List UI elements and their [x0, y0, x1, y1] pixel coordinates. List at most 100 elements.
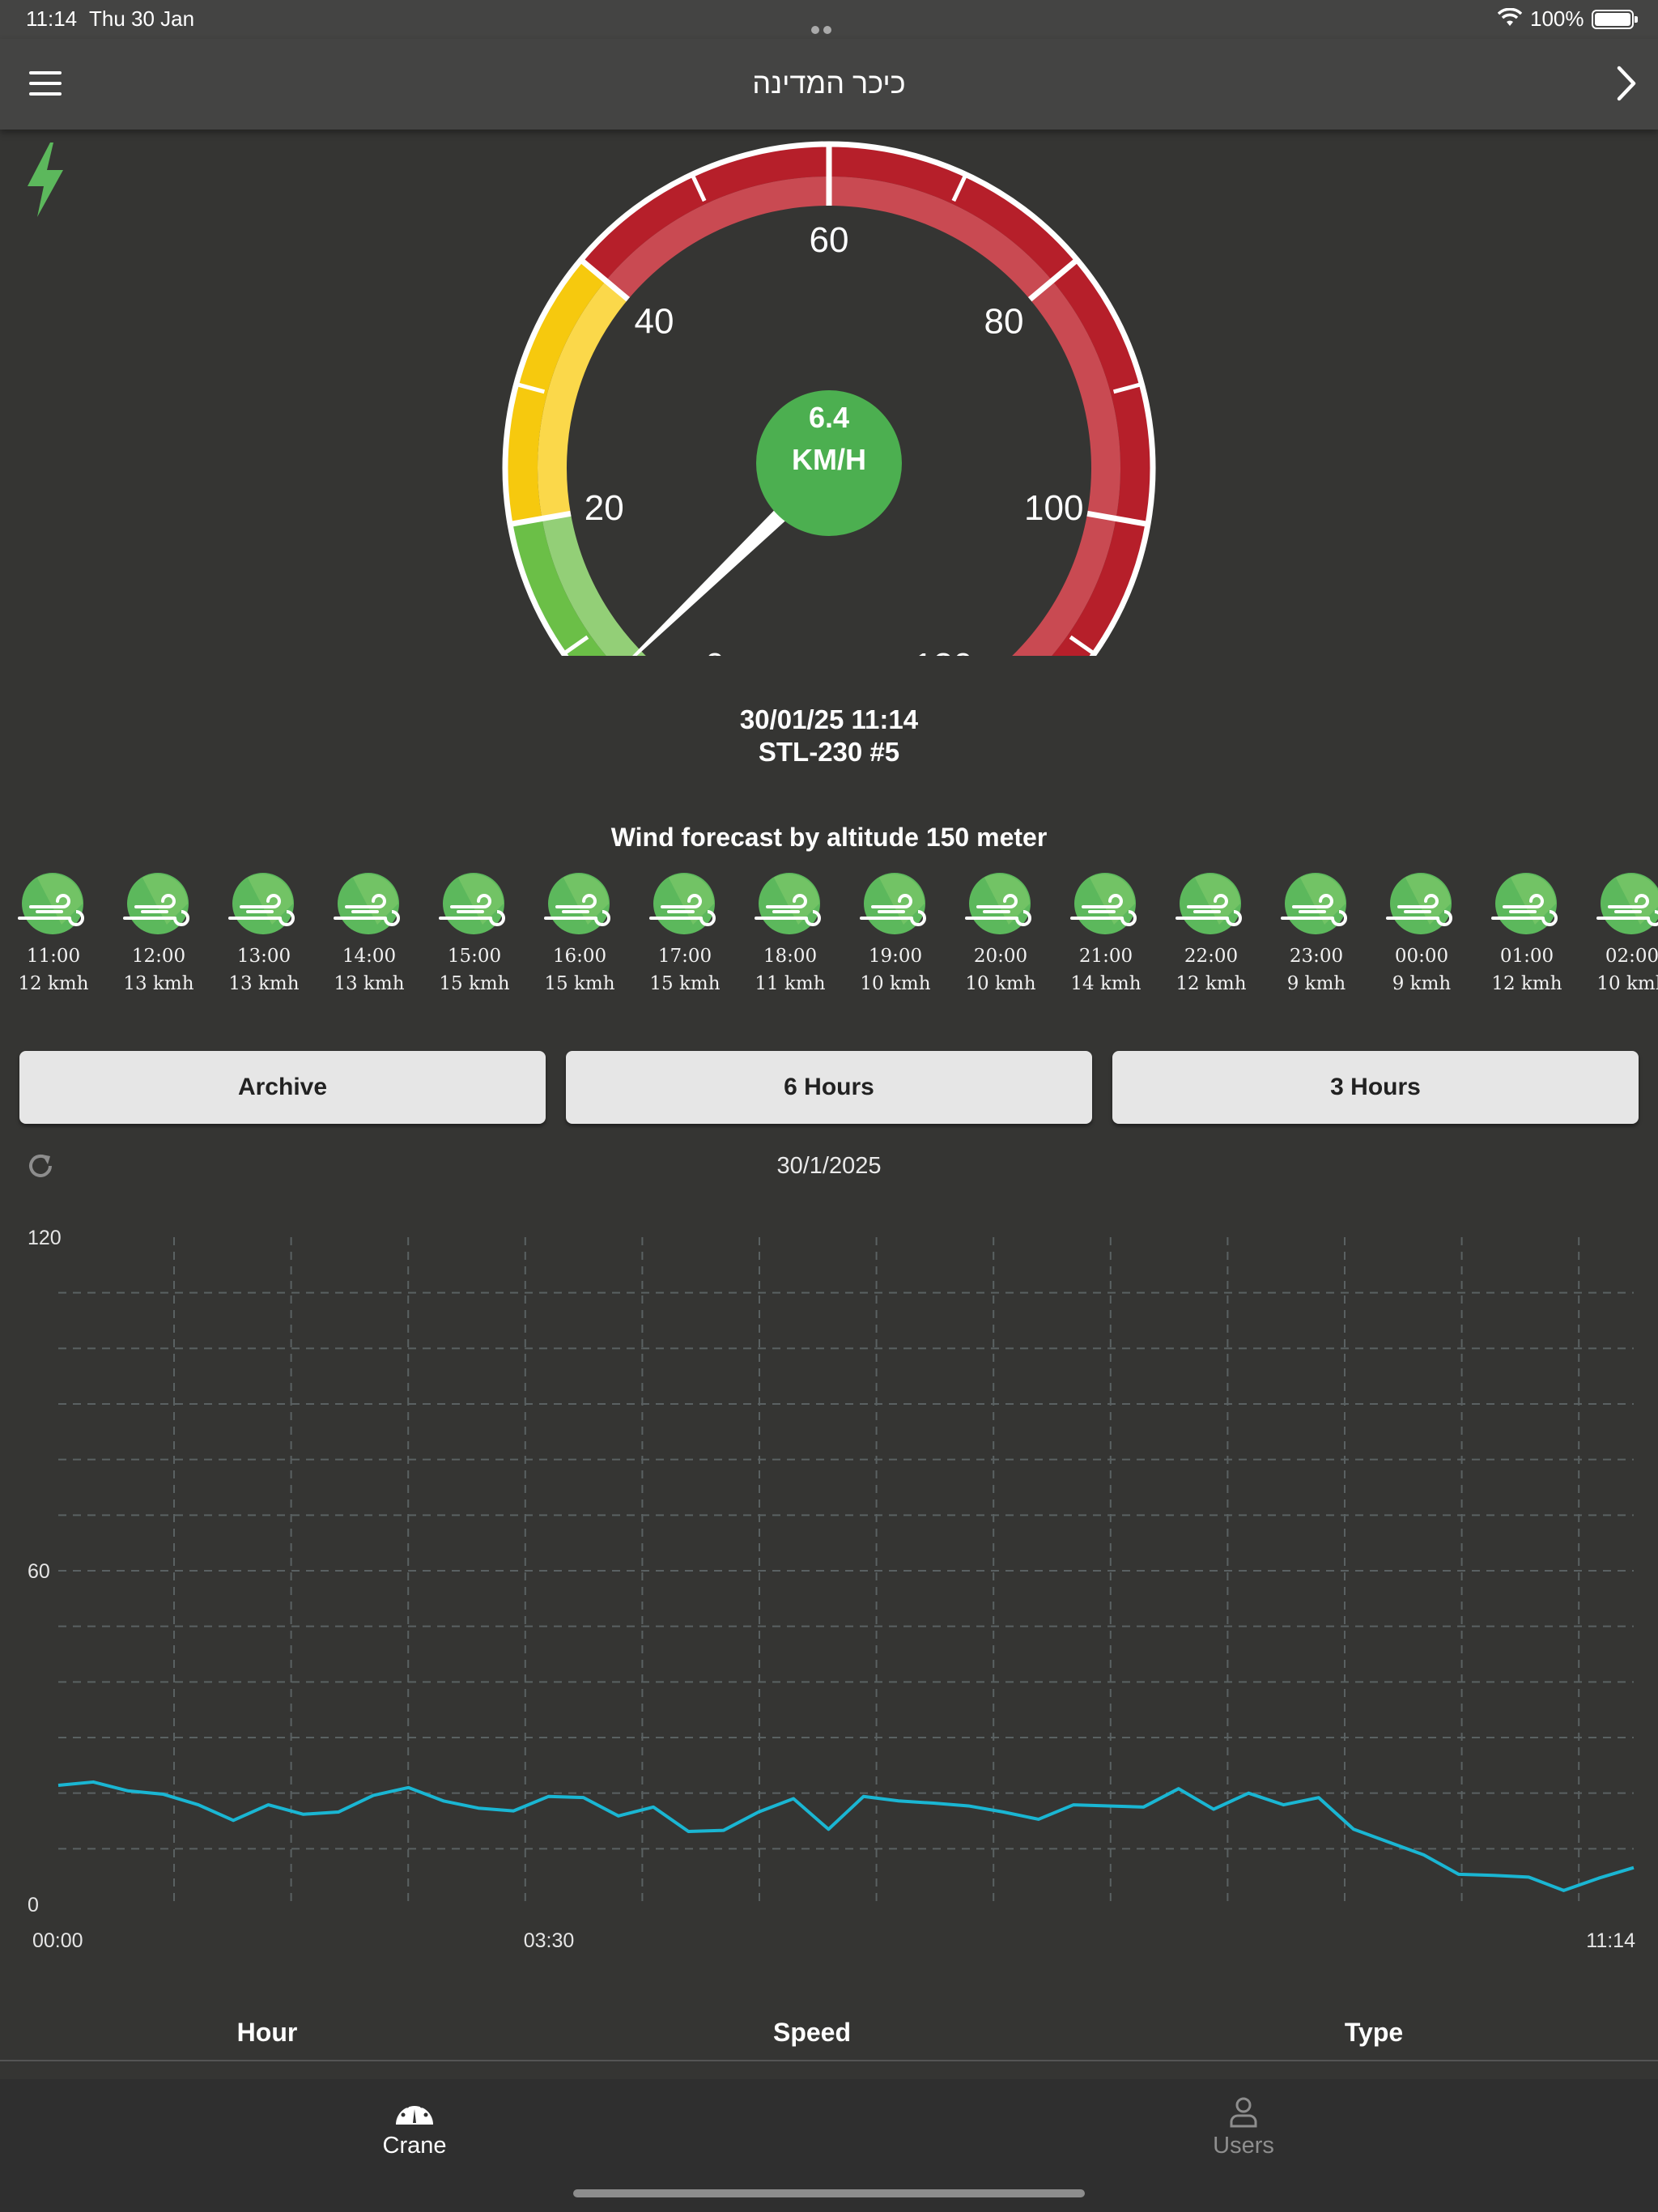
- gauge-tick-label: 120: [913, 646, 972, 656]
- reading-datetime: 30/01/25 11:14: [739, 704, 919, 734]
- forecast-item: 23:00 9 kmh: [1264, 871, 1369, 994]
- forecast-time: 16:00: [552, 946, 607, 967]
- wind-icon: [123, 873, 189, 934]
- forecast-item: 01:00 12 kmh: [1474, 871, 1579, 994]
- forecast-item: 19:00 10 kmh: [843, 871, 948, 994]
- forecast-item: 20:00 10 kmh: [948, 871, 1053, 994]
- gauge-unit: KM/H: [792, 443, 866, 476]
- gauge-tick-label: 60: [810, 220, 849, 260]
- gauge-tick-label: 40: [634, 302, 674, 342]
- forecast-speed: 12 kmh: [1175, 973, 1247, 994]
- gauge-tick-label: 0: [705, 646, 725, 656]
- chart-date: 30/1/2025: [776, 1153, 882, 1179]
- tab-crane-label: Crane: [382, 2133, 447, 2159]
- y-tick-label: 120: [28, 1227, 62, 1249]
- table-header-speed: Speed: [772, 2018, 852, 2047]
- gauge-tick-label: 20: [585, 488, 624, 528]
- wind-icon: [544, 873, 610, 934]
- wind-icon: [439, 873, 505, 934]
- wind-speed-gauge: 0 20 40 60 80 100 120 6.4 KM/H: [486, 138, 1172, 751]
- wind-icon: [1175, 873, 1242, 934]
- forecast-time: 12:00: [131, 946, 186, 967]
- table-header-hour: Hour: [236, 2018, 298, 2047]
- y-tick-label: 60: [28, 1560, 50, 1583]
- x-tick-label: 00:00: [32, 1929, 83, 1952]
- forecast-time: 21:00: [1078, 946, 1133, 967]
- wind-speed-line: [57, 1780, 1635, 1892]
- forecast-time: 11:00: [26, 946, 81, 967]
- forecast-time: 20:00: [973, 946, 1028, 967]
- forecast-speed: 10 kmh: [1596, 973, 1658, 994]
- user-icon: [1230, 2097, 1257, 2128]
- forecast-item: 00:00 9 kmh: [1369, 871, 1474, 994]
- forecast-speed: 10 kmh: [965, 973, 1036, 994]
- forecast-speed: 12 kmh: [1491, 973, 1562, 994]
- forecast-time: 14:00: [342, 946, 397, 967]
- forecast-item: 15:00 15 kmh: [422, 871, 527, 994]
- gauge-center-label: 6.4 KM/H: [756, 397, 902, 481]
- forecast-time: 00:00: [1394, 946, 1449, 967]
- forecast-time: 17:00: [657, 946, 712, 967]
- forecast-item: 16:00 15 kmh: [527, 871, 632, 994]
- wind-icon: [1070, 873, 1137, 934]
- status-date: Thu 30 Jan: [89, 6, 195, 31]
- forecast-time: 01:00: [1499, 946, 1554, 967]
- x-tick-label: 03:30: [524, 1929, 575, 1952]
- forecast-speed: 14 kmh: [1070, 973, 1141, 994]
- forecast-time: 22:00: [1184, 946, 1239, 967]
- forecast-item: 13:00 13 kmh: [211, 871, 317, 994]
- wind-icon: [1386, 873, 1452, 934]
- battery-icon: [1592, 10, 1638, 29]
- gauge-tick-label: 80: [984, 302, 1024, 342]
- forecast-speed: 15 kmh: [439, 973, 510, 994]
- three-hours-button[interactable]: 3 Hours: [1112, 1051, 1639, 1124]
- forecast-speed: 11 kmh: [755, 973, 826, 994]
- wind-icon: [334, 873, 400, 934]
- wind-icon: [1596, 873, 1658, 934]
- six-hours-button[interactable]: 6 Hours: [566, 1051, 1092, 1124]
- forecast-time: 23:00: [1289, 946, 1344, 967]
- forecast-time: 19:00: [868, 946, 923, 967]
- station-name: STL-230 #5: [758, 737, 900, 767]
- forecast-item: 11:00 12 kmh: [1, 871, 106, 994]
- forecast-item: 14:00 13 kmh: [317, 871, 422, 994]
- wind-icon: [1281, 873, 1347, 934]
- forecast-item: 21:00 14 kmh: [1053, 871, 1158, 994]
- forecast-speed: 13 kmh: [123, 973, 194, 994]
- status-bar: 11:14 Thu 30 Jan 100%: [0, 0, 1658, 59]
- page-title: כיכר המדינה: [752, 66, 906, 100]
- battery-percent: 100%: [1530, 6, 1584, 31]
- status-time: 11:14: [26, 6, 78, 31]
- nav-bar: כיכר המדינה: [0, 39, 1658, 130]
- y-tick-label: 0: [28, 1894, 39, 1916]
- tab-users[interactable]: Users: [1122, 2095, 1365, 2159]
- tab-crane[interactable]: Crane: [293, 2095, 536, 2159]
- gauge-value: 6.4: [808, 401, 850, 434]
- forecast-speed: 12 kmh: [18, 973, 89, 994]
- forecast-item: 22:00 12 kmh: [1158, 871, 1264, 994]
- speedometer-icon: [396, 2100, 433, 2125]
- table-divider: [0, 2060, 1658, 2061]
- archive-button[interactable]: Archive: [19, 1051, 546, 1124]
- forecast-strip[interactable]: 11:00 12 kmh 12:00 13 kmh 13:00 13 kmh 14:00 13…: [0, 871, 1658, 1009]
- wind-icon: [228, 873, 295, 934]
- tab-users-label: Users: [1213, 2133, 1274, 2159]
- chevron-right-icon[interactable]: [1614, 65, 1639, 102]
- x-tick-label: 11:14: [1586, 1929, 1635, 1952]
- wifi-icon: [1498, 8, 1522, 26]
- wind-icon: [965, 873, 1031, 934]
- wind-icon: [1491, 873, 1558, 934]
- forecast-speed: 9 kmh: [1286, 973, 1346, 994]
- forecast-item: 02:00 10 kmh: [1579, 871, 1658, 994]
- multitasking-dots-icon[interactable]: [811, 15, 847, 59]
- forecast-item: 18:00 11 kmh: [738, 871, 843, 994]
- wind-icon: [649, 873, 716, 934]
- forecast-time: 18:00: [763, 946, 818, 967]
- chart-canvas: 120 60 0 00:00 03:30 11:14: [28, 1227, 1635, 1952]
- forecast-item: 12:00 13 kmh: [106, 871, 211, 994]
- forecast-speed: 13 kmh: [228, 973, 300, 994]
- wind-icon: [18, 873, 84, 934]
- forecast-item: 17:00 15 kmh: [632, 871, 738, 994]
- forecast-speed: 13 kmh: [334, 973, 405, 994]
- forecast-time: 15:00: [447, 946, 502, 967]
